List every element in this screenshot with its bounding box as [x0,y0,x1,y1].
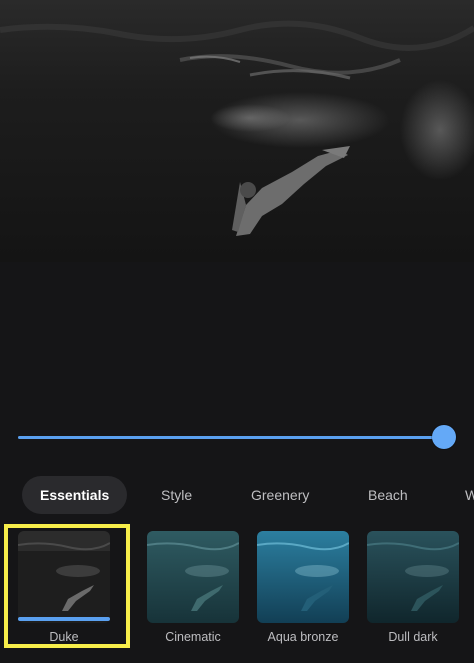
filter-dull-dark[interactable]: Dull dark [353,524,473,650]
filter-category-tabs: Essentials Style Greenery Beach W [0,474,474,516]
intensity-slider[interactable] [0,262,474,462]
filter-cinematic[interactable]: Cinematic [133,524,253,650]
photo-preview [0,0,474,262]
tab-partial-next[interactable]: W [465,476,474,514]
tab-greenery[interactable]: Greenery [251,476,309,514]
selected-filter-indicator [18,617,110,621]
filter-cinematic-thumbnail [147,531,239,623]
slider-thumb[interactable] [432,425,456,449]
slider-track[interactable] [18,436,444,439]
filter-dull-dark-label: Dull dark [388,630,438,644]
filter-aqua-bronze-label: Aqua bronze [267,630,339,644]
tab-essentials[interactable]: Essentials [22,476,128,514]
filter-aqua-bronze-thumbnail [257,531,349,623]
filter-strip: Duke Cinematic Aqua bronze Dull dark [0,524,474,663]
filter-dull-dark-thumbnail [367,531,459,623]
filter-cinematic-label: Cinematic [165,630,221,644]
filter-duke-thumbnail [18,531,110,623]
filter-aqua-bronze[interactable]: Aqua bronze [243,524,363,650]
tab-style[interactable]: Style [161,476,192,514]
filter-duke[interactable]: Duke [4,524,124,650]
filter-duke-label: Duke [49,630,79,644]
underwater-photo [0,0,474,262]
tab-beach[interactable]: Beach [368,476,408,514]
